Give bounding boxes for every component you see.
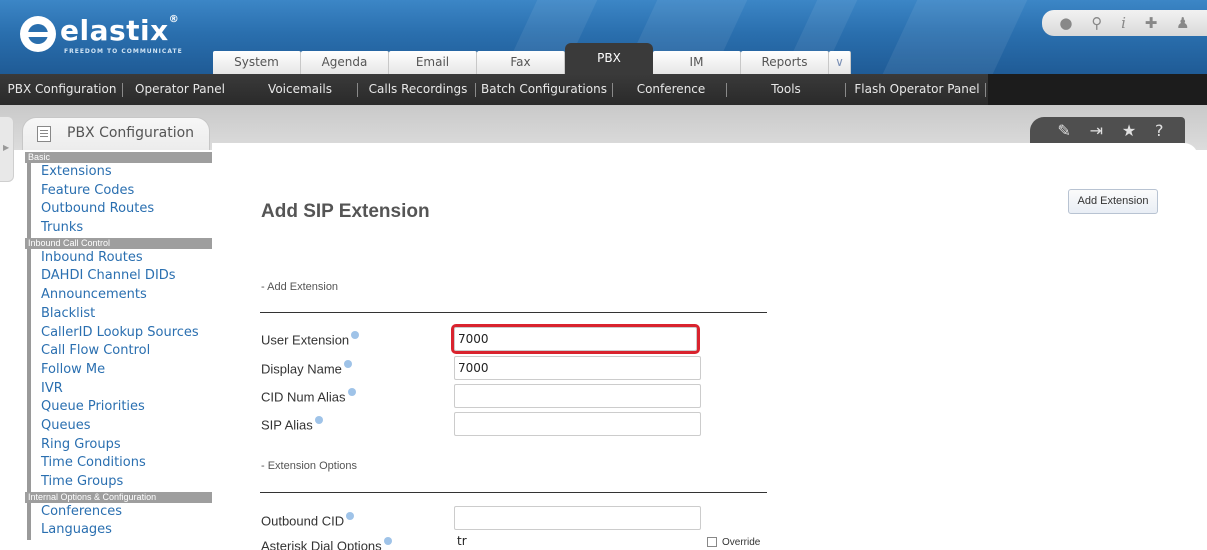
- sidebar-group-basic: Basic: [25, 152, 212, 163]
- help-icon[interactable]: [347, 388, 356, 396]
- sidebar-item-outbound-routes[interactable]: Outbound Routes: [27, 200, 212, 220]
- search-icon[interactable]: ⚲: [1091, 14, 1102, 32]
- display-name-input[interactable]: 7000: [454, 356, 701, 380]
- help-icon[interactable]: [351, 331, 360, 339]
- help-icon[interactable]: ?: [1155, 121, 1164, 140]
- help-icon[interactable]: [346, 512, 355, 520]
- tab-pbx[interactable]: PBX: [565, 43, 653, 74]
- sidebar-item-ivr[interactable]: IVR: [27, 379, 212, 399]
- sidebar-toggle[interactable]: ▶: [0, 116, 14, 182]
- display-name-label: Display Name: [261, 360, 352, 376]
- section-divider: [260, 312, 767, 313]
- document-icon: [37, 126, 51, 142]
- section-divider: [260, 492, 767, 493]
- sidebar-item-announcements[interactable]: Announcements: [27, 286, 212, 305]
- module-tab-pbx-configuration[interactable]: PBX Configuration: [22, 117, 210, 150]
- pbx-sidebar: Basic Extensions Feature Codes Outbound …: [25, 152, 212, 541]
- star-icon[interactable]: ★: [1122, 121, 1136, 140]
- info-icon[interactable]: i: [1121, 14, 1126, 32]
- puzzle-icon[interactable]: ✚: [1145, 14, 1158, 32]
- sidebar-item-dahdi-channel-dids[interactable]: DAHDI Channel DIDs: [27, 267, 212, 287]
- help-icon[interactable]: [383, 537, 392, 545]
- user-extension-input[interactable]: 7000: [451, 324, 700, 354]
- sidebar-item-time-groups[interactable]: Time Groups: [27, 473, 212, 492]
- logo-mark-icon: [20, 16, 56, 52]
- nav-separator: [122, 83, 123, 97]
- app-header: elastix® FREEDOM TO COMMUNICATE System A…: [0, 0, 1207, 74]
- sidebar-item-languages[interactable]: Languages: [27, 521, 212, 541]
- tab-agenda[interactable]: Agenda: [301, 51, 389, 74]
- nav-separator: [357, 83, 358, 97]
- override-checkbox[interactable]: Override: [707, 537, 760, 548]
- asterisk-dial-options-label: Asterisk Dial Options: [261, 537, 392, 550]
- section-extension-options: - Extension Options: [261, 460, 357, 472]
- nav-flash-operator-panel[interactable]: Flash Operator Panel: [850, 74, 984, 105]
- nav-conference[interactable]: Conference: [624, 74, 718, 105]
- sidebar-group-internal-options: Internal Options & Configuration: [25, 491, 212, 503]
- sidebar-item-callerid-lookup-sources[interactable]: CallerID Lookup Sources: [27, 323, 212, 343]
- header-decor: [882, 0, 1028, 74]
- outbound-cid-label: Outbound CID: [261, 512, 355, 528]
- nav-batch-configurations[interactable]: Batch Configurations: [479, 74, 609, 105]
- checkbox-icon[interactable]: [707, 537, 717, 548]
- sidebar-item-blacklist[interactable]: Blacklist: [27, 304, 212, 324]
- sidebar-item-feature-codes[interactable]: Feature Codes: [27, 181, 212, 201]
- tab-system[interactable]: System: [213, 51, 301, 74]
- elastix-logo[interactable]: elastix® FREEDOM TO COMMUNICATE: [20, 8, 200, 58]
- nav-calls-recordings[interactable]: Calls Recordings: [362, 74, 474, 105]
- add-extension-button[interactable]: Add Extension: [1068, 189, 1158, 214]
- user-icon[interactable]: ♟: [1176, 14, 1189, 32]
- sidebar-item-conferences[interactable]: Conferences: [27, 502, 212, 522]
- module-toolbar: ✎ ⇥ ★ ?: [1030, 117, 1185, 144]
- sip-alias-input[interactable]: [454, 412, 701, 436]
- cid-num-alias-label: CID Num Alias: [261, 388, 356, 404]
- page-title: Add SIP Extension: [261, 201, 430, 222]
- header-toolbar: ● ⚲ i ✚ ♟: [1042, 10, 1207, 36]
- more-tabs-chevron-icon[interactable]: ∨: [829, 51, 851, 74]
- drop-icon[interactable]: ●: [1059, 14, 1072, 32]
- override-label: Override: [722, 537, 761, 548]
- tab-email[interactable]: Email: [389, 51, 477, 74]
- nav-voicemails[interactable]: Voicemails: [258, 74, 342, 105]
- nav-separator: [845, 83, 846, 97]
- logo-wordmark: elastix: [60, 14, 169, 47]
- sidebar-item-follow-me[interactable]: Follow Me: [27, 360, 212, 380]
- module-title: PBX Configuration: [67, 125, 195, 141]
- sub-navigation: PBX Configuration Operator Panel Voicema…: [0, 74, 1207, 105]
- nav-separator: [726, 83, 727, 97]
- sidebar-group-inbound: Inbound Call Control: [25, 237, 212, 249]
- sidebar-item-call-flow-control[interactable]: Call Flow Control: [27, 342, 212, 361]
- tab-im[interactable]: IM: [653, 51, 741, 74]
- nav-separator: [475, 83, 476, 97]
- nav-tools[interactable]: Tools: [760, 74, 812, 105]
- tab-reports[interactable]: Reports: [741, 51, 829, 74]
- sidebar-item-trunks[interactable]: Trunks: [27, 219, 212, 238]
- cid-num-alias-input[interactable]: [454, 384, 701, 408]
- outbound-cid-input[interactable]: [454, 506, 701, 530]
- asterisk-dial-options-input[interactable]: tr: [454, 533, 701, 550]
- help-icon[interactable]: [314, 416, 323, 424]
- export-icon[interactable]: ⇥: [1090, 121, 1103, 140]
- expand-arrow-icon: ▶: [3, 143, 10, 152]
- nav-separator: [612, 83, 613, 97]
- registered-mark: ®: [168, 14, 180, 25]
- sidebar-item-queues[interactable]: Queues: [27, 416, 212, 436]
- nav-pbx-configuration[interactable]: PBX Configuration: [6, 74, 118, 105]
- user-extension-label: User Extension: [261, 331, 360, 347]
- sidebar-item-inbound-routes[interactable]: Inbound Routes: [27, 248, 212, 268]
- sip-alias-label: SIP Alias: [261, 416, 323, 432]
- sidebar-item-extensions[interactable]: Extensions: [27, 163, 212, 182]
- tab-fax[interactable]: Fax: [477, 51, 565, 74]
- sidebar-item-ring-groups[interactable]: Ring Groups: [27, 435, 212, 455]
- nav-operator-panel[interactable]: Operator Panel: [128, 74, 232, 105]
- main-tabs: System Agenda Email Fax PBX IM Reports ∨: [213, 43, 851, 74]
- sidebar-item-time-conditions[interactable]: Time Conditions: [27, 454, 212, 473]
- edit-icon[interactable]: ✎: [1057, 121, 1070, 140]
- logo-tagline: FREEDOM TO COMMUNICATE: [64, 48, 183, 55]
- nav-separator: [985, 83, 986, 97]
- section-add-extension: - Add Extension: [261, 281, 339, 293]
- sidebar-item-queue-priorities[interactable]: Queue Priorities: [27, 398, 212, 417]
- help-icon[interactable]: [343, 360, 352, 368]
